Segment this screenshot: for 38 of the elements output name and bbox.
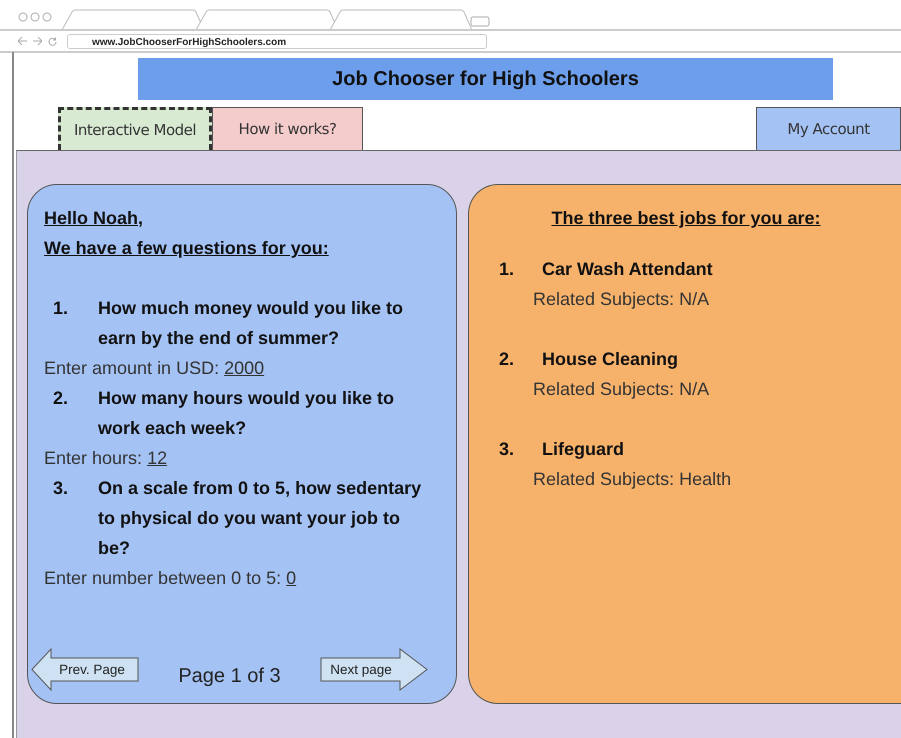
account-button[interactable]: My Account — [756, 107, 901, 150]
job-title: Car Wash Attendant — [542, 258, 713, 281]
answer-label: Enter hours: — [44, 448, 144, 468]
question-number: 2. — [52, 387, 70, 410]
address-field[interactable]: www.JobChooserForHighSchoolers.com — [67, 34, 487, 48]
new-tab-button[interactable] — [470, 16, 490, 26]
next-page-button[interactable]: Next page — [320, 647, 428, 692]
site-title: Job Chooser for High Schoolers — [138, 58, 833, 100]
question-number: 3. — [52, 477, 70, 500]
job-title: House Cleaning — [542, 348, 678, 371]
browser-tab[interactable] — [330, 10, 472, 30]
answer-field[interactable]: 0 — [286, 568, 296, 588]
question-number: 1. — [52, 297, 70, 320]
window-controls-icon[interactable] — [18, 12, 52, 22]
forward-icon[interactable] — [33, 37, 42, 45]
related-subjects: Related Subjects: N/A — [533, 289, 710, 309]
intro-text: We have a few questions for you: — [44, 237, 329, 260]
greeting-text: Hello Noah, — [44, 207, 144, 230]
related-subjects: Related Subjects: Health — [533, 469, 732, 489]
reload-icon[interactable] — [48, 36, 57, 46]
previous-page-button[interactable]: Prev. Page — [31, 647, 139, 692]
answer-field[interactable]: 12 — [147, 448, 168, 468]
answer-label: Enter number between 0 to 5: — [44, 568, 282, 588]
back-icon[interactable] — [18, 37, 27, 45]
nav-tab[interactable]: Interactive Model — [58, 107, 212, 150]
related-subjects: Related Subjects: N/A — [533, 379, 710, 399]
answer-label: Enter amount in USD: — [44, 358, 220, 378]
job-number: 2. — [499, 348, 516, 371]
job-number: 3. — [499, 438, 516, 461]
page-indicator: Page 1 of 3 — [177, 665, 282, 688]
question-text: How much money would you like to earn by the end of summer? — [98, 297, 404, 350]
job-number: 1. — [499, 258, 516, 281]
job-title: Lifeguard — [542, 438, 624, 461]
question-text: On a scale from 0 to 5, how sedentary to physical do you want your job to be? — [98, 477, 422, 560]
answer-field[interactable]: 2000 — [224, 358, 264, 378]
question-text: How many hours would you like to work each week? — [98, 387, 396, 440]
nav-tab[interactable]: How it works? — [212, 107, 363, 150]
results-heading: The three best jobs for you are: — [551, 207, 821, 230]
